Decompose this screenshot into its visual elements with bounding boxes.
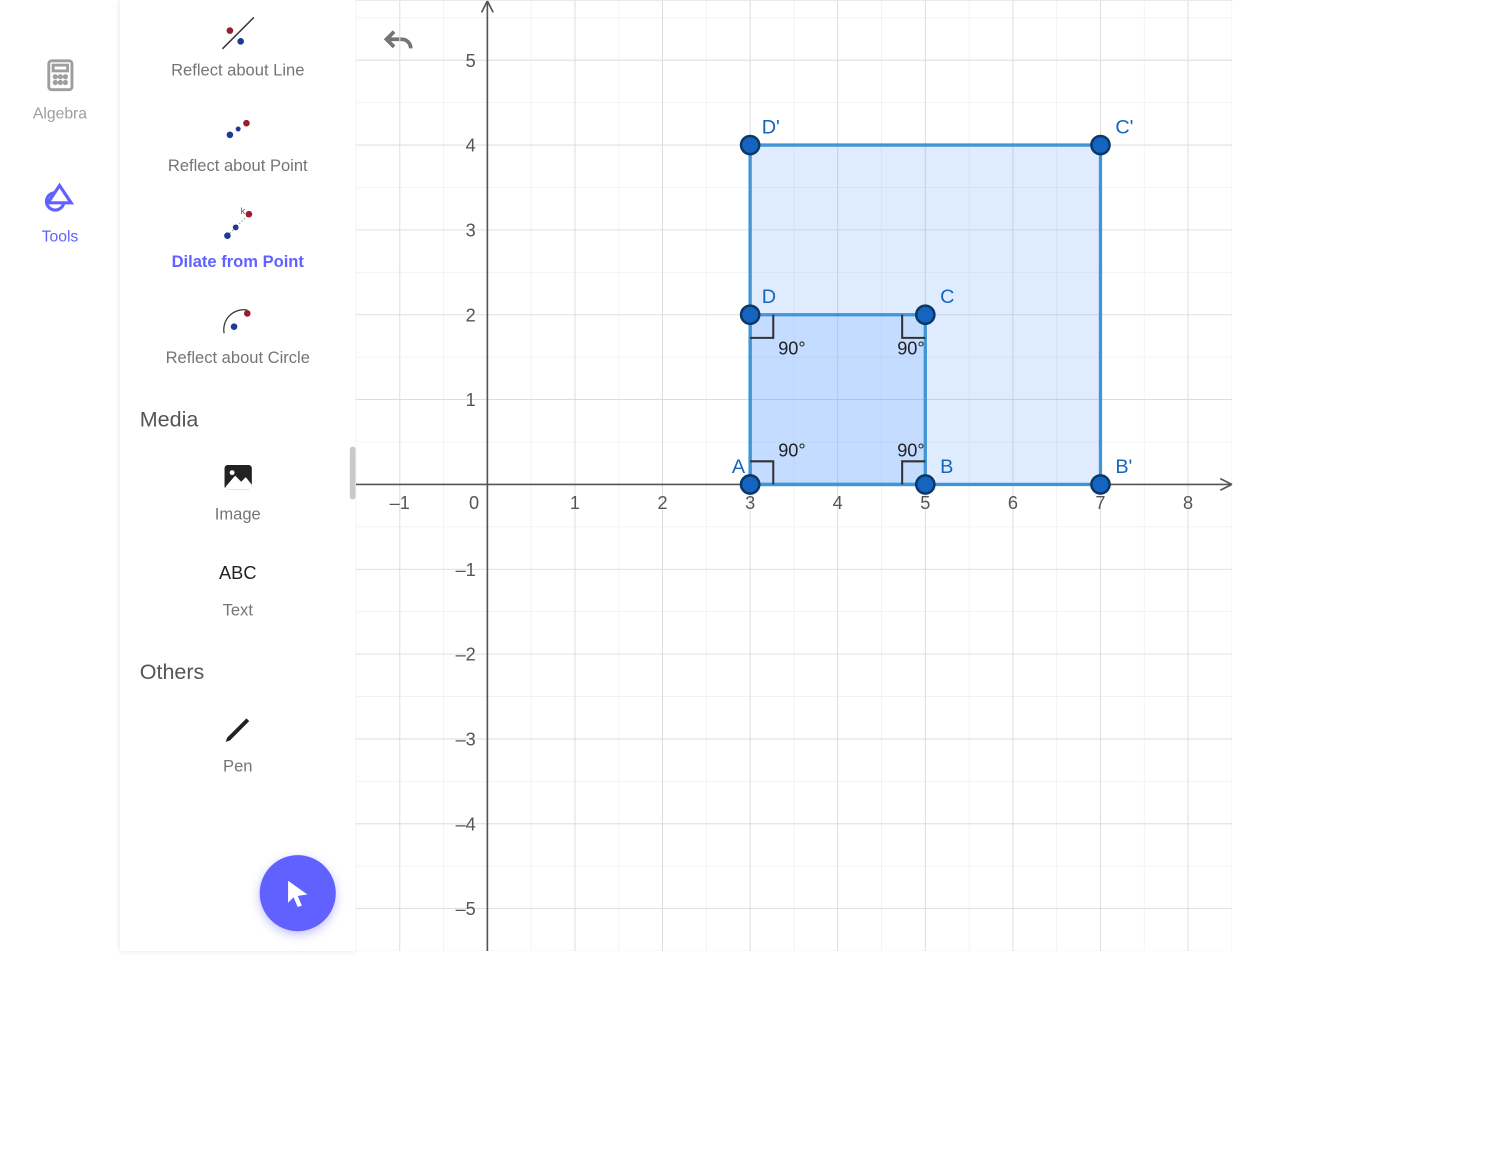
tool-label: Reflect about Circle bbox=[166, 347, 310, 369]
move-mode-fab[interactable] bbox=[260, 855, 336, 931]
x-tick: 6 bbox=[1008, 493, 1018, 513]
tab-tools[interactable]: Tools bbox=[42, 181, 79, 246]
angle-label: 90° bbox=[778, 338, 805, 358]
reflect-circle-icon bbox=[215, 298, 261, 344]
section-others: Others bbox=[120, 636, 356, 696]
tool-label: Reflect about Line bbox=[171, 60, 304, 82]
text-icon: ABC bbox=[215, 550, 261, 596]
x-tick: 7 bbox=[1095, 493, 1105, 513]
angle-label: 90° bbox=[778, 440, 805, 460]
tab-label: Tools bbox=[42, 228, 79, 246]
tool-label: Pen bbox=[223, 756, 252, 778]
dilate-point-icon: k bbox=[215, 202, 261, 248]
point-D[interactable] bbox=[741, 306, 759, 324]
y-tick: 5 bbox=[466, 51, 476, 71]
x-tick: 4 bbox=[833, 493, 843, 513]
tool-pen[interactable]: Pen bbox=[120, 696, 356, 792]
y-tick: –4 bbox=[456, 814, 476, 834]
y-tick: –1 bbox=[456, 560, 476, 580]
tool-label: Image bbox=[215, 504, 261, 526]
point-A'[interactable] bbox=[741, 475, 759, 493]
tool-reflect-point[interactable]: Reflect about Point bbox=[120, 96, 356, 192]
svg-text:k: k bbox=[240, 206, 245, 216]
x-tick: 2 bbox=[657, 493, 667, 513]
tool-label: Reflect about Point bbox=[168, 155, 308, 177]
calculator-icon bbox=[43, 58, 78, 97]
x-tick: –1 bbox=[390, 493, 410, 513]
section-media: Media bbox=[120, 384, 356, 444]
cursor-icon bbox=[281, 877, 314, 910]
tab-algebra[interactable]: Algebra bbox=[33, 58, 87, 123]
y-tick: –3 bbox=[456, 730, 476, 750]
y-tick: 4 bbox=[466, 136, 476, 156]
tool-image[interactable]: Image bbox=[120, 444, 356, 540]
tab-label: Algebra bbox=[33, 105, 87, 123]
shapes-icon bbox=[43, 181, 78, 220]
image-icon bbox=[215, 454, 261, 500]
point-label: C' bbox=[1115, 116, 1133, 138]
point-D'[interactable] bbox=[741, 136, 759, 154]
left-tabstrip: Algebra Tools bbox=[0, 0, 120, 951]
point-C'[interactable] bbox=[1091, 136, 1109, 154]
point-label: B bbox=[940, 456, 953, 478]
graph-canvas[interactable]: –1 0 1 2 3 4 5 6 7 8 –5 –4 –3 –2 –1 1 2 3 4 5 90° 90° 90° 90° A B… bbox=[356, 0, 1233, 951]
point-label: C bbox=[940, 286, 954, 308]
point-C[interactable] bbox=[916, 306, 934, 324]
tool-dilate-point[interactable]: k Dilate from Point bbox=[120, 192, 356, 288]
point-label: B' bbox=[1115, 456, 1132, 478]
x-tick: 0 bbox=[469, 493, 479, 513]
angle-label: 90° bbox=[897, 440, 924, 460]
y-tick: –5 bbox=[456, 899, 476, 919]
tool-label: Dilate from Point bbox=[172, 251, 304, 273]
y-tick: 3 bbox=[466, 221, 476, 241]
y-tick: 2 bbox=[466, 305, 476, 325]
angle-label: 90° bbox=[897, 338, 924, 358]
tool-text[interactable]: ABC Text bbox=[120, 540, 356, 636]
graph-svg[interactable]: –1 0 1 2 3 4 5 6 7 8 –5 –4 –3 –2 –1 1 2 3 4 5 90° 90° 90° 90° A B… bbox=[356, 1, 1233, 951]
y-tick: –2 bbox=[456, 645, 476, 665]
tool-reflect-line[interactable]: Reflect about Line bbox=[120, 0, 356, 96]
reflect-point-icon bbox=[215, 106, 261, 152]
point-B[interactable] bbox=[916, 475, 934, 493]
reflect-line-icon bbox=[215, 10, 261, 56]
x-tick: 3 bbox=[745, 493, 755, 513]
x-tick: 8 bbox=[1183, 493, 1193, 513]
point-B'[interactable] bbox=[1091, 475, 1109, 493]
x-tick: 1 bbox=[570, 493, 580, 513]
point-label: D' bbox=[762, 116, 780, 138]
point-label: A bbox=[732, 456, 746, 478]
tool-reflect-circle[interactable]: Reflect about Circle bbox=[120, 288, 356, 384]
point-label: D bbox=[762, 286, 776, 308]
x-tick: 5 bbox=[920, 493, 930, 513]
tool-label: Text bbox=[223, 600, 253, 622]
pen-icon bbox=[215, 706, 261, 752]
tools-panel: Reflect about Line Reflect about Point bbox=[120, 0, 356, 951]
y-tick: 1 bbox=[466, 390, 476, 410]
